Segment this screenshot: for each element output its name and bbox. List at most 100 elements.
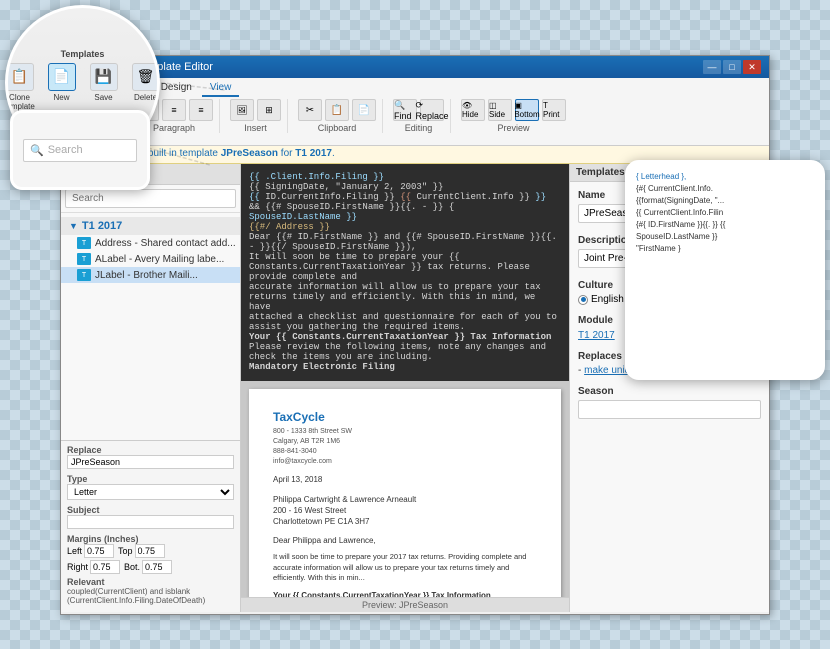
new-button[interactable]: 📄 New bbox=[44, 63, 80, 111]
culture-english[interactable]: English bbox=[578, 294, 624, 305]
code-line-3: {{format(SigningDate, "... bbox=[636, 195, 814, 207]
new-icon: 📄 bbox=[48, 63, 76, 91]
align-right-icon[interactable]: ≡ bbox=[189, 99, 213, 121]
code-editor[interactable]: {{ .Client.Info.Filing }} {{ SigningDate… bbox=[241, 164, 569, 381]
tree-group-label: T1 2017 bbox=[82, 220, 122, 232]
prop-type-select[interactable]: Letter bbox=[67, 484, 234, 500]
left-sidebar: Templates ▼ T1 2017 T Address - Shared c… bbox=[61, 164, 241, 612]
tree-item-alabel-label: ALabel - Avery Mailing labe... bbox=[95, 254, 224, 265]
status-for: for bbox=[278, 148, 295, 159]
ribbon-group-insert: 🖼 ⊞ Insert bbox=[224, 99, 288, 133]
code-line-7: "FirstName } bbox=[636, 243, 814, 255]
search-placeholder: Search bbox=[48, 144, 83, 156]
prop-replace-label: Replace bbox=[67, 445, 234, 455]
prop-relevant-row: Relevant coupled(CurrentClient) and isbl… bbox=[67, 577, 234, 605]
main-content: {{ .Client.Info.Filing }} {{ SigningDate… bbox=[241, 164, 569, 612]
margin-bottom-input[interactable] bbox=[142, 560, 172, 574]
tab-view[interactable]: View bbox=[202, 80, 240, 97]
preview-group-label: Preview bbox=[497, 123, 529, 133]
cut-icon[interactable]: ✂ bbox=[298, 99, 322, 121]
code-line: {{ ID.CurrentInfo.Filing }} {{ CurrentCl… bbox=[249, 192, 561, 212]
tree-arrow-icon: ▼ bbox=[69, 221, 78, 231]
margin-top-input[interactable] bbox=[135, 544, 165, 558]
replace-icon[interactable]: ⟳ Replace bbox=[420, 99, 444, 121]
doc-company-address: 800 - 1333 8th Street SW Calgary, AB T2R… bbox=[273, 427, 537, 466]
maximize-button[interactable]: □ bbox=[723, 60, 741, 74]
editing-label: Editing bbox=[405, 123, 433, 133]
code-line-1: { Letterhead }, bbox=[636, 171, 814, 183]
margin-bottom-label: Bot. bbox=[124, 562, 140, 572]
app-title: TaxCycle Template Editor bbox=[89, 61, 703, 73]
margin-row-bottom: Right Bot. bbox=[67, 560, 234, 574]
margin-left-label: Left bbox=[67, 546, 82, 556]
search-icon: 🔍 bbox=[30, 144, 44, 157]
show-bottom-preview-icon[interactable]: ▣ Bottom bbox=[515, 99, 539, 121]
code-line: It will soon be time to prepare your {{ … bbox=[249, 252, 561, 282]
season-label: Season bbox=[578, 386, 761, 397]
status-module: T1 2017 bbox=[295, 148, 332, 159]
code-line: {{ SigningDate, "January 2, 2003" }} bbox=[249, 182, 561, 192]
doc-company-name: TaxCycle bbox=[273, 409, 537, 426]
align-center-icon[interactable]: ≡ bbox=[162, 99, 186, 121]
code-line: Please review the following items, note … bbox=[249, 342, 561, 362]
close-button[interactable]: ✕ bbox=[743, 60, 761, 74]
code-line: Dear {{# ID.FirstName }} and {{# SpouseI… bbox=[249, 232, 561, 252]
properties-panel: Replace Type Letter Subject Margins (Inc… bbox=[61, 440, 240, 612]
delete-icon: 🗑 bbox=[132, 63, 160, 91]
prop-subject-input[interactable] bbox=[67, 515, 234, 529]
title-bar: T TaxCycle Template Editor — □ ✕ bbox=[61, 56, 769, 78]
prop-relevant-value: coupled(CurrentClient) and isblank(Curre… bbox=[67, 587, 234, 605]
margin-top-label: Top bbox=[118, 546, 133, 556]
save-label: Save bbox=[94, 93, 112, 102]
english-label: English bbox=[591, 294, 624, 305]
copy-icon[interactable]: 📄 bbox=[352, 99, 376, 121]
prop-replace-row: Replace bbox=[67, 445, 234, 471]
margin-right-input[interactable] bbox=[90, 560, 120, 574]
find-icon[interactable]: 🔍 Find bbox=[393, 99, 417, 121]
code-line: {{#/ Address }} bbox=[249, 222, 561, 232]
tree-group-t1-2017[interactable]: ▼ T1 2017 bbox=[61, 217, 240, 235]
doc-salutation: Dear Philippa and Lawrence, bbox=[273, 535, 537, 546]
new-label: New bbox=[53, 93, 69, 102]
template-icon-address: T bbox=[77, 237, 91, 249]
tree-item-jlabel-label: JLabel - Brother Maili... bbox=[95, 270, 198, 281]
ribbon-content: 11 ▼ Formatting ≡ ≡ ≡ Paragraph 🖼 ⊞ In bbox=[65, 99, 765, 133]
ribbon: Home Insert Design View 11 ▼ Formatting … bbox=[61, 78, 769, 146]
code-line-6: SpouseID.LastName }} bbox=[636, 231, 814, 243]
search-input[interactable] bbox=[65, 189, 236, 208]
insert-picture-icon[interactable]: 🖼 bbox=[230, 99, 254, 121]
hide-preview-icon[interactable]: 👁 Hide bbox=[461, 99, 485, 121]
insert-table-icon[interactable]: ⊞ bbox=[257, 99, 281, 121]
prop-replace-input[interactable] bbox=[67, 455, 234, 469]
code-line-5: {#{ ID.FirstName }}{{. }} {{ bbox=[636, 219, 814, 231]
prop-margins-row: Margins (Inches) Left Top Righ bbox=[67, 534, 234, 574]
prop-type-label: Type bbox=[67, 474, 234, 484]
margin-left-input[interactable] bbox=[84, 544, 114, 558]
paste-icon[interactable]: 📋 bbox=[325, 99, 349, 121]
save-button[interactable]: 💾 Save bbox=[86, 63, 122, 111]
delete-button[interactable]: 🗑 Delete bbox=[128, 63, 161, 111]
season-section: Season bbox=[578, 386, 761, 421]
zoom-code-circle: { Letterhead }, {#{ CurrentClient.Info. … bbox=[625, 160, 825, 380]
tree-item-jlabel[interactable]: T JLabel - Brother Maili... bbox=[61, 267, 240, 283]
prop-subject-label: Subject bbox=[67, 505, 234, 515]
clone-label: Clonetemplate bbox=[5, 93, 35, 111]
text-print-icon[interactable]: T Print bbox=[542, 99, 566, 121]
tree-item-address[interactable]: T Address - Shared contact add... bbox=[61, 235, 240, 251]
clipboard-label: Clipboard bbox=[318, 123, 357, 133]
english-radio[interactable] bbox=[578, 295, 588, 305]
tree-item-alabel[interactable]: T ALabel - Avery Mailing labe... bbox=[61, 251, 240, 267]
minimize-button[interactable]: — bbox=[703, 60, 721, 74]
ribbon-group-preview: 👁 Hide ◫ Side ▣ Bottom T Print Preview bbox=[455, 99, 572, 133]
clone-button[interactable]: 📋 Clonetemplate bbox=[5, 63, 38, 111]
zoom-tl-section: Templates bbox=[61, 49, 105, 59]
clone-icon: 📋 bbox=[6, 63, 34, 91]
show-side-preview-icon[interactable]: ◫ Side bbox=[488, 99, 512, 121]
tree-item-address-label: Address - Shared contact add... bbox=[95, 238, 236, 249]
save-icon: 💾 bbox=[90, 63, 118, 91]
code-line-2: {#{ CurrentClient.Info. bbox=[636, 183, 814, 195]
season-input[interactable] bbox=[578, 400, 761, 419]
ribbon-group-editing: 🔍 Find ⟳ Replace Editing bbox=[387, 99, 451, 133]
module-link[interactable]: T1 2017 bbox=[578, 330, 615, 341]
margin-row-top: Left Top bbox=[67, 544, 234, 558]
